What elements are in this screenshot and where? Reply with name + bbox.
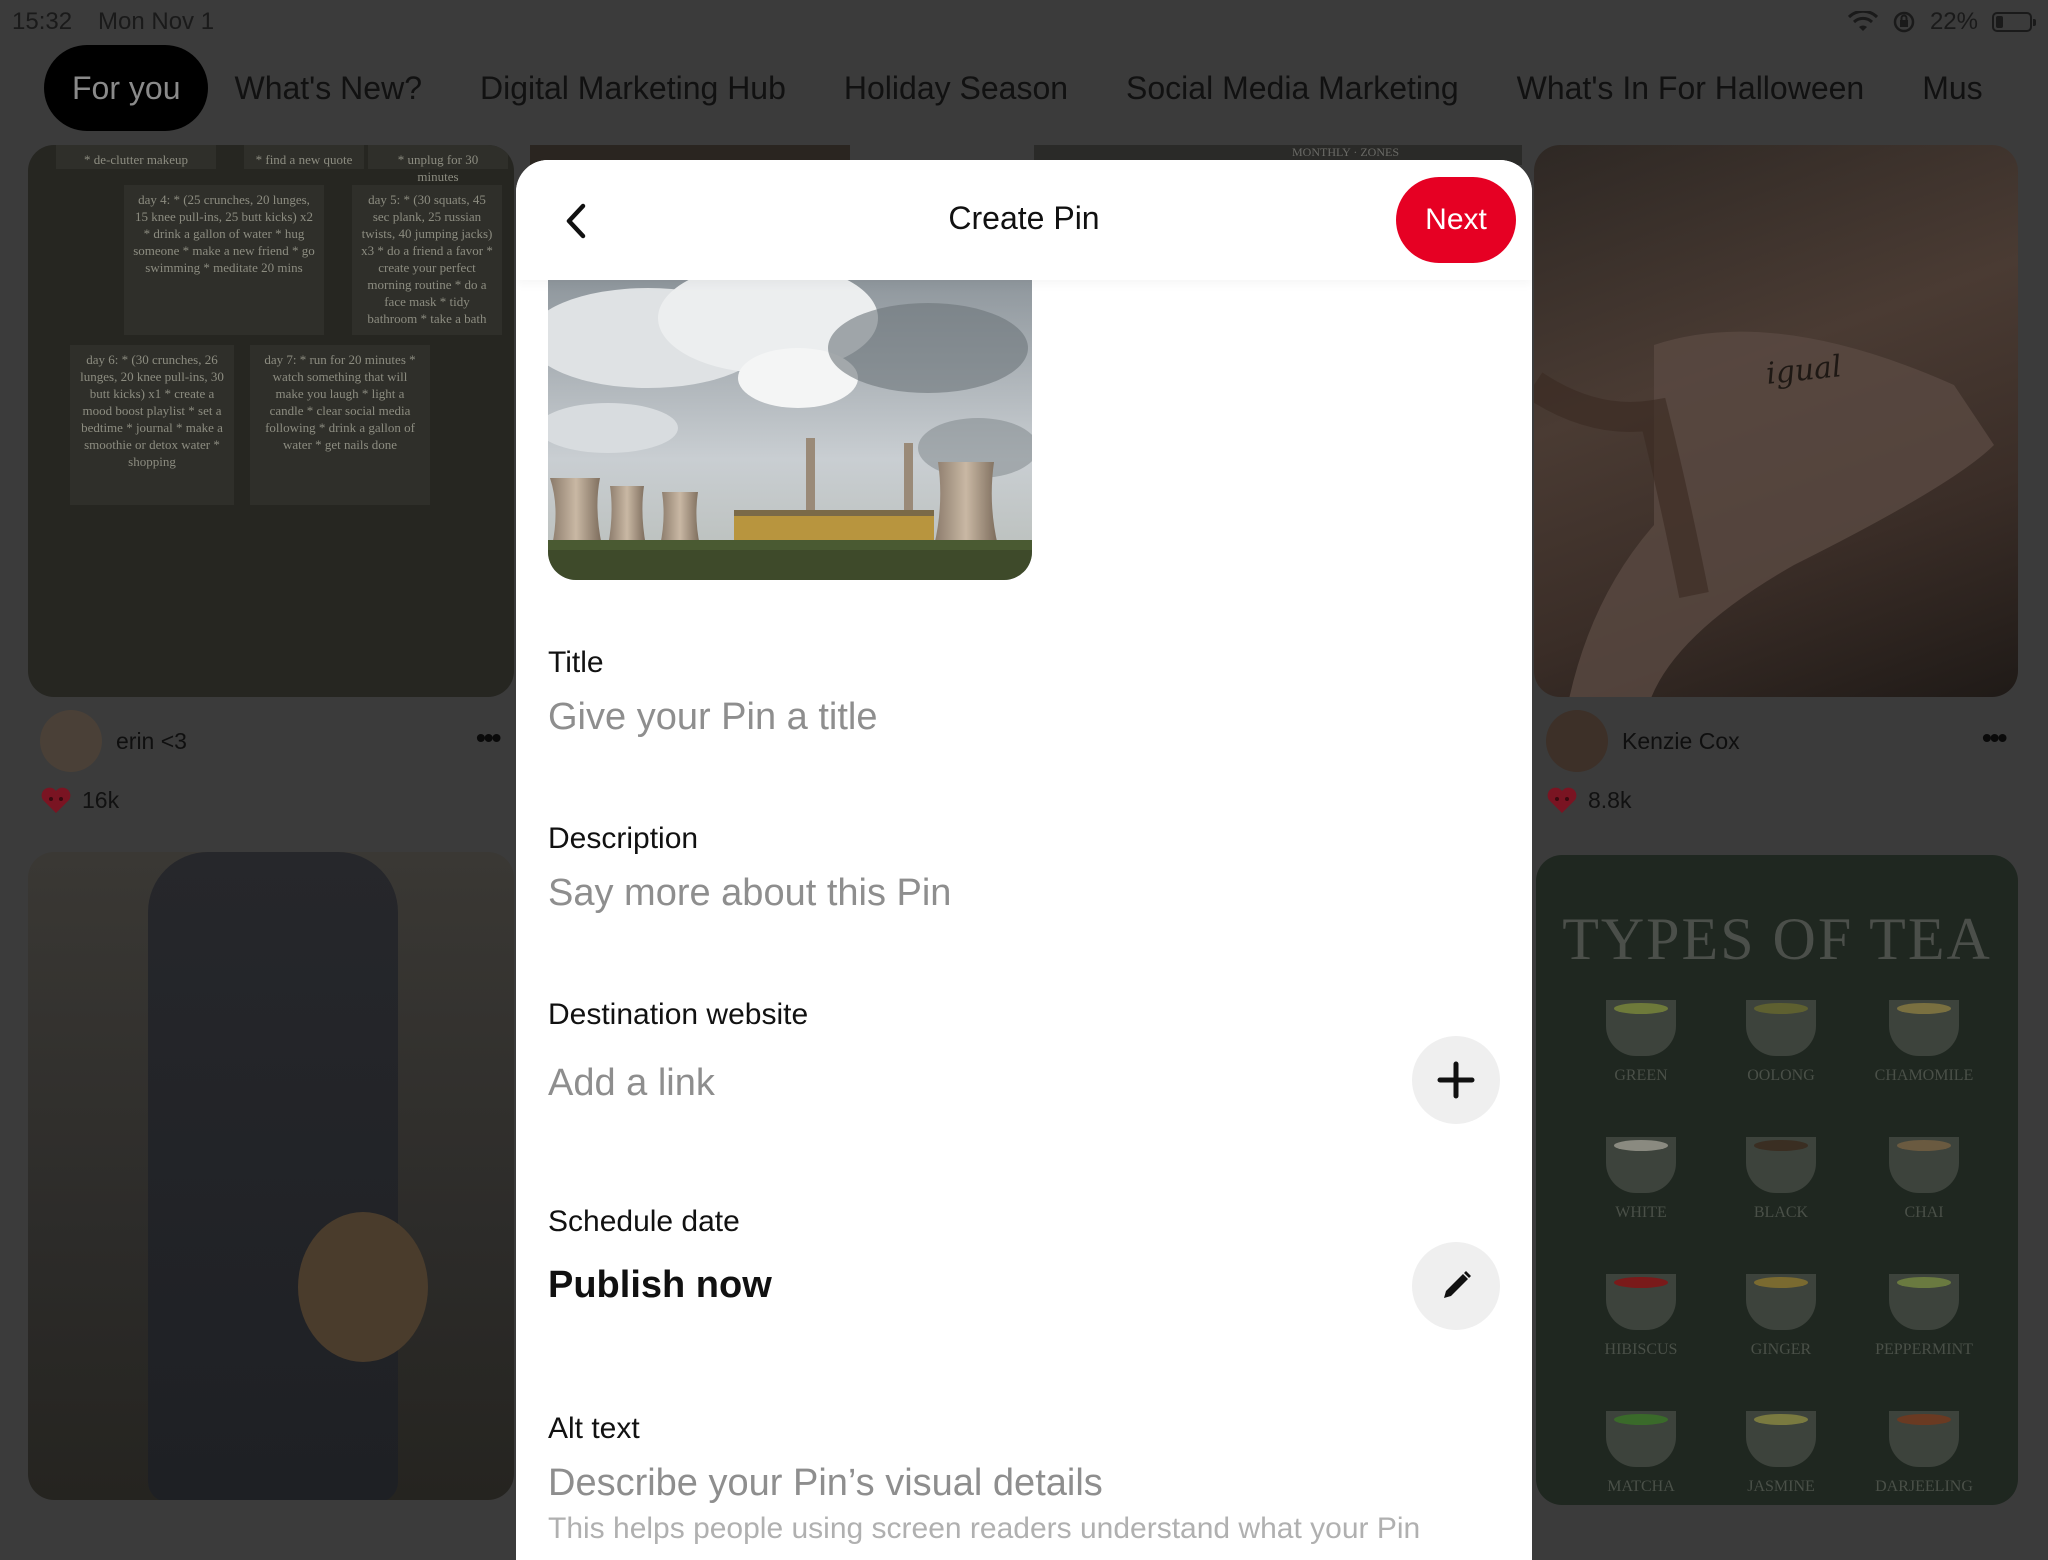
tea-type-label: PEPPERMINT — [1875, 1341, 1973, 1358]
tea-cup — [1746, 1137, 1816, 1193]
likes-count: 16k — [82, 786, 120, 813]
alt-text-label: Alt text — [548, 1412, 640, 1445]
status-bar: 15:32 Mon Nov 1 22% — [0, 0, 2048, 40]
description-input[interactable]: Say more about this Pin — [548, 872, 951, 915]
tea-cup — [1889, 1000, 1959, 1056]
author-name: erin <3 — [116, 727, 187, 754]
tea-type-label: GINGER — [1750, 1341, 1812, 1358]
tea-type-label: MATCHA — [1607, 1478, 1675, 1495]
wifi-icon — [1847, 11, 1878, 31]
planner-note: day 4: * (25 crunches, 20 lunges, 15 kne… — [124, 185, 324, 335]
pin-likes: 16k — [40, 786, 119, 814]
more-dots-icon[interactable]: ••• — [476, 722, 501, 754]
heart-icon — [41, 787, 71, 813]
tea-title: TYPES OF TEA — [1562, 906, 1992, 972]
tea-cup — [1746, 1274, 1816, 1330]
tea-cup — [1746, 1000, 1816, 1056]
tab-topic[interactable]: Holiday Season — [844, 70, 1068, 107]
website-label: Destination website — [548, 998, 809, 1031]
status-right: 22% — [1847, 8, 2036, 36]
author-name: Kenzie Cox — [1622, 727, 1740, 754]
heart-icon — [1547, 787, 1577, 813]
alt-text-helper: This helps people using screen readers u… — [548, 1512, 1421, 1545]
tab-topic[interactable]: Social Media Marketing — [1126, 70, 1459, 107]
calendar-label: MONTHLY · ZONES — [1292, 145, 1400, 159]
planner-note: day 7: * run for 20 minutes * watch some… — [250, 345, 430, 505]
tea-type-label: DARJEELING — [1875, 1478, 1973, 1495]
edit-schedule-button[interactable] — [1412, 1242, 1500, 1330]
tab-topic[interactable]: Digital Marketing Hub — [480, 70, 786, 107]
planner-note: * find a new quote — [244, 145, 364, 169]
planner-note: * unplug for 30 minutes — [368, 145, 508, 184]
avatar[interactable] — [40, 710, 102, 772]
planner-note: day 6: * (30 crunches, 26 lunges, 20 kne… — [70, 345, 234, 505]
likes-count: 8.8k — [1588, 786, 1632, 813]
add-link-button[interactable] — [1412, 1036, 1500, 1124]
schedule-label: Schedule date — [548, 1205, 740, 1238]
tea-type-label: JASMINE — [1747, 1478, 1815, 1495]
planner-pin-image[interactable]: * de-clutter makeup * find a new quote *… — [28, 145, 514, 697]
title-label: Title — [548, 646, 604, 679]
tab-topic[interactable]: What's In For Halloween — [1517, 70, 1865, 107]
tab-for-you[interactable]: For you — [44, 45, 209, 131]
next-button[interactable]: Next — [1396, 177, 1516, 263]
tea-type-label: OOLONG — [1747, 1067, 1815, 1084]
tea-type-label: HIBISCUS — [1604, 1341, 1678, 1358]
hand-shape — [1534, 331, 1994, 697]
modal-title: Create Pin — [948, 200, 1100, 236]
pencil-icon — [1444, 1271, 1471, 1298]
tea-cup — [1606, 1274, 1676, 1330]
dress-pin-image[interactable] — [28, 852, 514, 1500]
pin-author[interactable]: erin <3 — [40, 710, 187, 772]
battery-percent: 22% — [1929, 8, 1978, 35]
plus-icon — [1437, 1061, 1475, 1099]
tea-cup — [1889, 1411, 1959, 1467]
tea-cup — [1606, 1000, 1676, 1056]
tattoo-pin-image[interactable]: igual — [1534, 145, 2018, 697]
status-date: Mon Nov 1 — [98, 8, 215, 35]
tab-topic[interactable]: Mus — [1922, 70, 1982, 107]
topic-tabs: For you What's New? Digital Marketing Hub H… — [44, 44, 2041, 132]
pin-likes: 8.8k — [1546, 786, 1631, 814]
tea-type-label: WHITE — [1615, 1204, 1667, 1221]
description-label: Description — [548, 822, 699, 855]
more-dots-icon[interactable]: ••• — [1982, 722, 2007, 754]
tea-cup — [1606, 1411, 1676, 1467]
planner-note: day 5: * (30 squats, 45 sec plank, 25 ru… — [352, 185, 502, 335]
tea-cup — [1889, 1137, 1959, 1193]
pin-preview-image[interactable] — [548, 278, 1032, 580]
website-input[interactable]: Add a link — [548, 1062, 715, 1105]
power-plant-photo — [548, 278, 1032, 580]
tea-type-label: GREEN — [1614, 1067, 1668, 1084]
tea-type-label: CHAMOMILE — [1874, 1067, 1974, 1084]
lock-rotation-icon — [1893, 11, 1915, 33]
tea-types-pin-image[interactable]: TYPES OF TEA GREEN OOLONG CHAMOMILE WHITE BL… — [1536, 855, 2018, 1505]
planner-note: * de-clutter makeup — [56, 145, 216, 169]
alt-text-input[interactable]: Describe your Pin’s visual details — [548, 1462, 1103, 1505]
modal-header: Create Pin Next — [516, 160, 1532, 280]
battery-level — [1996, 16, 2003, 28]
model-figure — [148, 852, 398, 1500]
tea-type-label: BLACK — [1753, 1204, 1809, 1221]
status-time: 15:32 — [12, 8, 73, 35]
tab-topic[interactable]: What's New? — [234, 70, 422, 107]
schedule-value: Publish now — [548, 1264, 772, 1306]
tea-type-label: CHAI — [1904, 1204, 1944, 1221]
avatar[interactable] — [1546, 710, 1608, 772]
title-input[interactable]: Give your Pin a title — [548, 696, 877, 739]
tea-cup — [1746, 1411, 1816, 1467]
battery-icon — [1992, 12, 2036, 32]
create-pin-modal: Create Pin Next Title Give your Pin a ti… — [516, 160, 1532, 1560]
straw-bag — [298, 1212, 428, 1362]
tea-cup — [1889, 1274, 1959, 1330]
pin-author[interactable]: Kenzie Cox — [1546, 710, 1740, 772]
tea-cup — [1606, 1137, 1676, 1193]
